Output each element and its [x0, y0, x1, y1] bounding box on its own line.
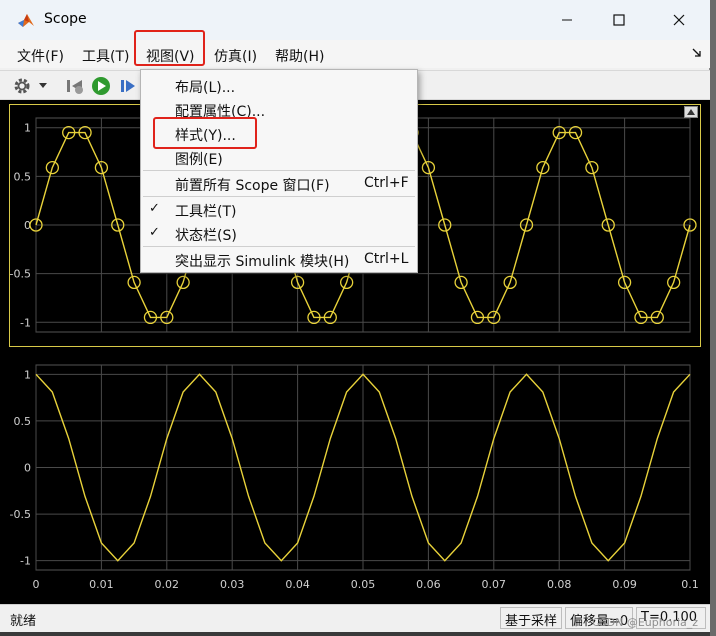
y-tick-label: 1	[24, 368, 31, 381]
menu-item-shortcut: Ctrl+L	[364, 251, 409, 267]
background-window-edge	[710, 0, 716, 636]
menu-item-legend[interactable]: 图例(E)	[141, 146, 417, 170]
menu-tools[interactable]: 工具(T)	[82, 46, 129, 66]
menu-bar: 文件(F) 工具(T) 视图(V) 仿真(I) 帮助(H)	[0, 40, 710, 68]
x-tick-label: 0.04	[285, 578, 310, 591]
close-icon	[673, 14, 685, 26]
x-tick-label: 0	[33, 578, 40, 591]
y-tick-label: -1	[20, 316, 31, 329]
axes-maximize-icon[interactable]	[684, 106, 698, 118]
menu-separator	[143, 170, 415, 171]
run-icon	[92, 77, 110, 95]
settings-button[interactable]	[11, 75, 33, 97]
step-back-button[interactable]	[64, 75, 86, 97]
style-item-highlight	[153, 117, 257, 149]
menu-item-statusbar[interactable]: ✓ 状态栏(S)	[141, 222, 417, 246]
y-tick-label: -1	[20, 555, 31, 568]
menu-file[interactable]: 文件(F)	[17, 46, 64, 66]
x-tick-label: 0.08	[547, 578, 572, 591]
x-tick-label: 0.06	[416, 578, 441, 591]
y-tick-label: 1	[24, 122, 31, 135]
menu-item-label: 图例(E)	[175, 152, 223, 168]
maximize-button[interactable]	[606, 8, 632, 32]
menu-item-label: 工具栏(T)	[175, 204, 237, 220]
y-tick-label: 0.5	[14, 415, 32, 428]
status-ready-text: 就绪	[10, 614, 37, 629]
x-tick-label: 0.05	[351, 578, 376, 591]
window-title: Scope	[44, 11, 87, 27]
minimize-button[interactable]	[554, 8, 580, 32]
watermark-text: CSDN @Euphoria_z	[592, 616, 699, 629]
minimize-icon	[562, 19, 572, 21]
dropdown-arrow-icon	[39, 83, 47, 88]
x-tick-label: 0.01	[89, 578, 114, 591]
step-forward-button[interactable]	[118, 75, 140, 97]
menu-item-shortcut: Ctrl+F	[364, 175, 409, 191]
menu-item-label: 突出显示 Simulink 模块(H)	[175, 254, 350, 270]
menu-item-label: 布局(L)...	[175, 80, 236, 96]
step-forward-icon	[121, 80, 135, 92]
x-tick-label: 0.07	[482, 578, 507, 591]
y-tick-label: -0.5	[10, 508, 31, 521]
x-tick-label: 0.09	[612, 578, 637, 591]
y-tick-label: 0.5	[14, 170, 32, 183]
menu-item-toolbar[interactable]: ✓ 工具栏(T)	[141, 198, 417, 222]
menu-item-layout[interactable]: 布局(L)...	[141, 74, 417, 98]
undock-arrow-icon[interactable]	[692, 48, 702, 58]
x-tick-label: 0.03	[220, 578, 245, 591]
checkmark-icon: ✓	[149, 201, 160, 216]
gear-icon	[14, 78, 30, 94]
close-button[interactable]	[666, 8, 692, 32]
view-menu-dropdown: 布局(L)... 配置属性(C)... 样式(Y)... 图例(E) 前置所有 …	[140, 69, 418, 273]
settings-dropdown[interactable]	[36, 75, 50, 97]
x-tick-label: 0.02	[155, 578, 180, 591]
menu-item-label: 状态栏(S)	[175, 228, 237, 244]
menu-help[interactable]: 帮助(H)	[275, 46, 324, 66]
x-tick-label: 0.1	[681, 578, 699, 591]
title-bar[interactable]: Scope	[0, 0, 710, 40]
y-tick-label: 0	[24, 462, 31, 475]
menu-separator	[143, 246, 415, 247]
run-button[interactable]	[90, 75, 112, 97]
menu-separator	[143, 196, 415, 197]
status-sample-mode: 基于采样	[500, 607, 563, 629]
step-back-icon	[67, 80, 83, 94]
view-menu-highlight	[134, 30, 205, 66]
menu-item-label: 前置所有 Scope 窗口(F)	[175, 178, 330, 194]
menu-item-bring-all-scopes-forward[interactable]: 前置所有 Scope 窗口(F) Ctrl+F	[141, 172, 417, 196]
matlab-logo-icon	[18, 14, 34, 27]
menu-simulation[interactable]: 仿真(I)	[214, 46, 257, 66]
checkmark-icon: ✓	[149, 225, 160, 240]
menu-item-highlight-simulink-block[interactable]: 突出显示 Simulink 模块(H) Ctrl+L	[141, 248, 417, 272]
maximize-icon	[613, 14, 625, 26]
y-tick-label: -0.5	[10, 268, 31, 281]
